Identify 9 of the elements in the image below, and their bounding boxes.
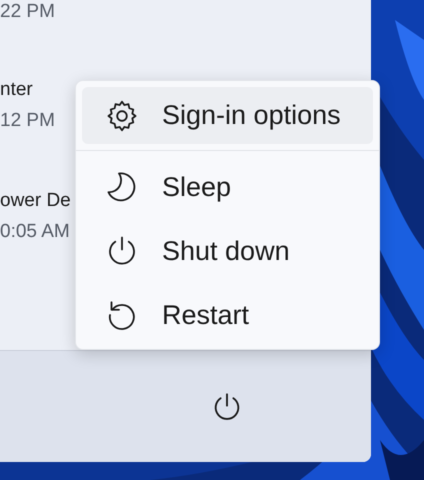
- menu-item[interactable]: Sign-in options: [82, 87, 373, 144]
- time-label: 0:05 AM: [0, 220, 70, 244]
- time-label: 12 PM: [0, 109, 55, 133]
- time-label: 22 PM: [0, 0, 55, 24]
- app-name: nter: [0, 78, 33, 102]
- app-name: ower De: [0, 189, 71, 213]
- menu-item[interactable]: Shut down: [82, 219, 373, 283]
- menu-item[interactable]: Restart: [82, 283, 373, 347]
- menu-item[interactable]: Sleep: [82, 155, 373, 219]
